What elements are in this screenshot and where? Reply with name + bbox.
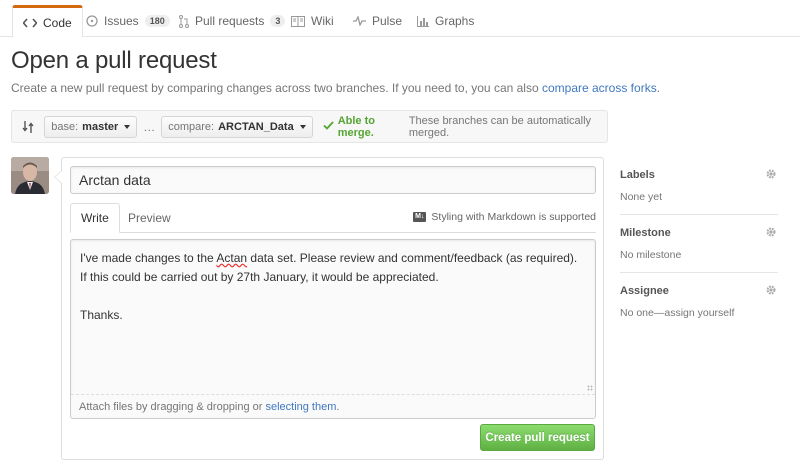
body-textarea[interactable]: I've made changes to the Actan data set.… <box>70 239 596 419</box>
tab-pull-requests[interactable]: Pull requests 3 <box>169 5 295 37</box>
markdown-icon: M↓ <box>413 212 427 222</box>
issue-icon <box>86 15 98 27</box>
sidebar: Labels None yet Milestone No milestone A… <box>620 157 778 331</box>
create-pull-request-button[interactable]: Create pull request <box>480 424 595 451</box>
gear-icon[interactable] <box>764 225 778 239</box>
labels-value: None yet <box>620 191 663 203</box>
body-text[interactable]: I've made changes to the Actan data set.… <box>71 240 595 396</box>
assignee-value[interactable]: No one—assign yourself <box>620 307 734 319</box>
tab-label: Issues <box>104 14 139 28</box>
gear-icon[interactable] <box>764 283 778 297</box>
body-text-part: I've made changes to the <box>80 251 217 265</box>
subtitle-end: . <box>656 81 661 95</box>
merge-detail-text: These branches can be automatically merg… <box>408 114 592 139</box>
range-dots: … <box>143 119 156 134</box>
tab-label: Pulse <box>372 14 403 28</box>
title-input[interactable] <box>70 166 596 194</box>
branch-range-editor: base: master … compare: ARCTAN_Data Able… <box>11 110 608 143</box>
tab-preview[interactable]: Preview <box>118 203 181 233</box>
avatar[interactable] <box>11 157 49 194</box>
issues-counter: 180 <box>144 15 170 27</box>
labels-heading: Labels <box>620 169 655 181</box>
assignee-section: Assignee No one—assign yourself <box>620 273 778 331</box>
tab-label: Pull requests <box>195 14 265 28</box>
gear-icon[interactable] <box>764 167 778 181</box>
milestone-value: No milestone <box>620 249 682 261</box>
pull-request-form: Write Preview M↓ Styling with Markdown i… <box>54 157 604 460</box>
pulse-icon <box>353 16 366 26</box>
merge-status: Able to merge. These branches can be aut… <box>323 115 607 139</box>
caret-down-icon <box>299 124 306 129</box>
attach-text: Attach files by dragging & dropping or <box>79 400 263 413</box>
base-branch-name: master <box>82 120 119 133</box>
base-prefix: base: <box>51 120 79 133</box>
attach-files-bar[interactable]: Attach files by dragging & dropping or s… <box>71 394 595 418</box>
compare-branch-name: ARCTAN_Data <box>218 120 294 133</box>
code-icon <box>23 17 37 28</box>
caret-down-icon <box>124 124 131 129</box>
book-icon <box>291 15 305 27</box>
compare-forks-link[interactable]: compare across forks <box>542 81 657 95</box>
pull-request-icon <box>179 14 189 28</box>
repo-nav: Code Issues 180 Pull requests 3 Wiki Pul… <box>0 0 800 38</box>
tab-issues[interactable]: Issues 180 <box>76 5 180 37</box>
markdown-hint[interactable]: M↓ Styling with Markdown is supported <box>413 211 596 223</box>
assignee-heading: Assignee <box>620 285 669 297</box>
merge-ok-text: Able to merge. <box>337 114 375 139</box>
tab-code[interactable]: Code <box>12 5 83 38</box>
graph-icon <box>417 15 429 27</box>
tab-write[interactable]: Write <box>70 203 120 233</box>
page-title: Open a pull request <box>11 47 217 74</box>
markdown-hint-text: Styling with Markdown is supported <box>431 211 596 223</box>
compare-arrows-icon <box>17 120 38 134</box>
tab-label: Wiki <box>311 14 334 28</box>
tab-label: Graphs <box>435 14 475 28</box>
resize-handle[interactable] <box>587 385 593 391</box>
editor-tabnav: Write Preview M↓ Styling with Markdown i… <box>70 203 596 233</box>
milestone-section: Milestone No milestone <box>620 215 778 273</box>
select-files-link[interactable]: selecting them <box>265 401 336 413</box>
compare-prefix: compare: <box>168 120 215 133</box>
misspelled-word: Actan <box>216 251 248 265</box>
tab-label: Code <box>43 15 72 30</box>
labels-section: Labels None yet <box>620 157 778 215</box>
compare-branch-select[interactable]: compare: ARCTAN_Data <box>161 115 313 138</box>
tab-wiki[interactable]: Wiki <box>281 5 344 37</box>
tab-pulse[interactable]: Pulse <box>343 5 412 37</box>
check-icon <box>323 120 334 133</box>
subtitle-text: Create a new pull request by comparing c… <box>11 81 542 95</box>
attach-end: . <box>336 400 340 413</box>
base-branch-select[interactable]: base: master <box>44 115 138 138</box>
tab-graphs[interactable]: Graphs <box>407 5 484 37</box>
page-subtitle: Create a new pull request by comparing c… <box>11 81 660 95</box>
milestone-heading: Milestone <box>620 227 671 239</box>
